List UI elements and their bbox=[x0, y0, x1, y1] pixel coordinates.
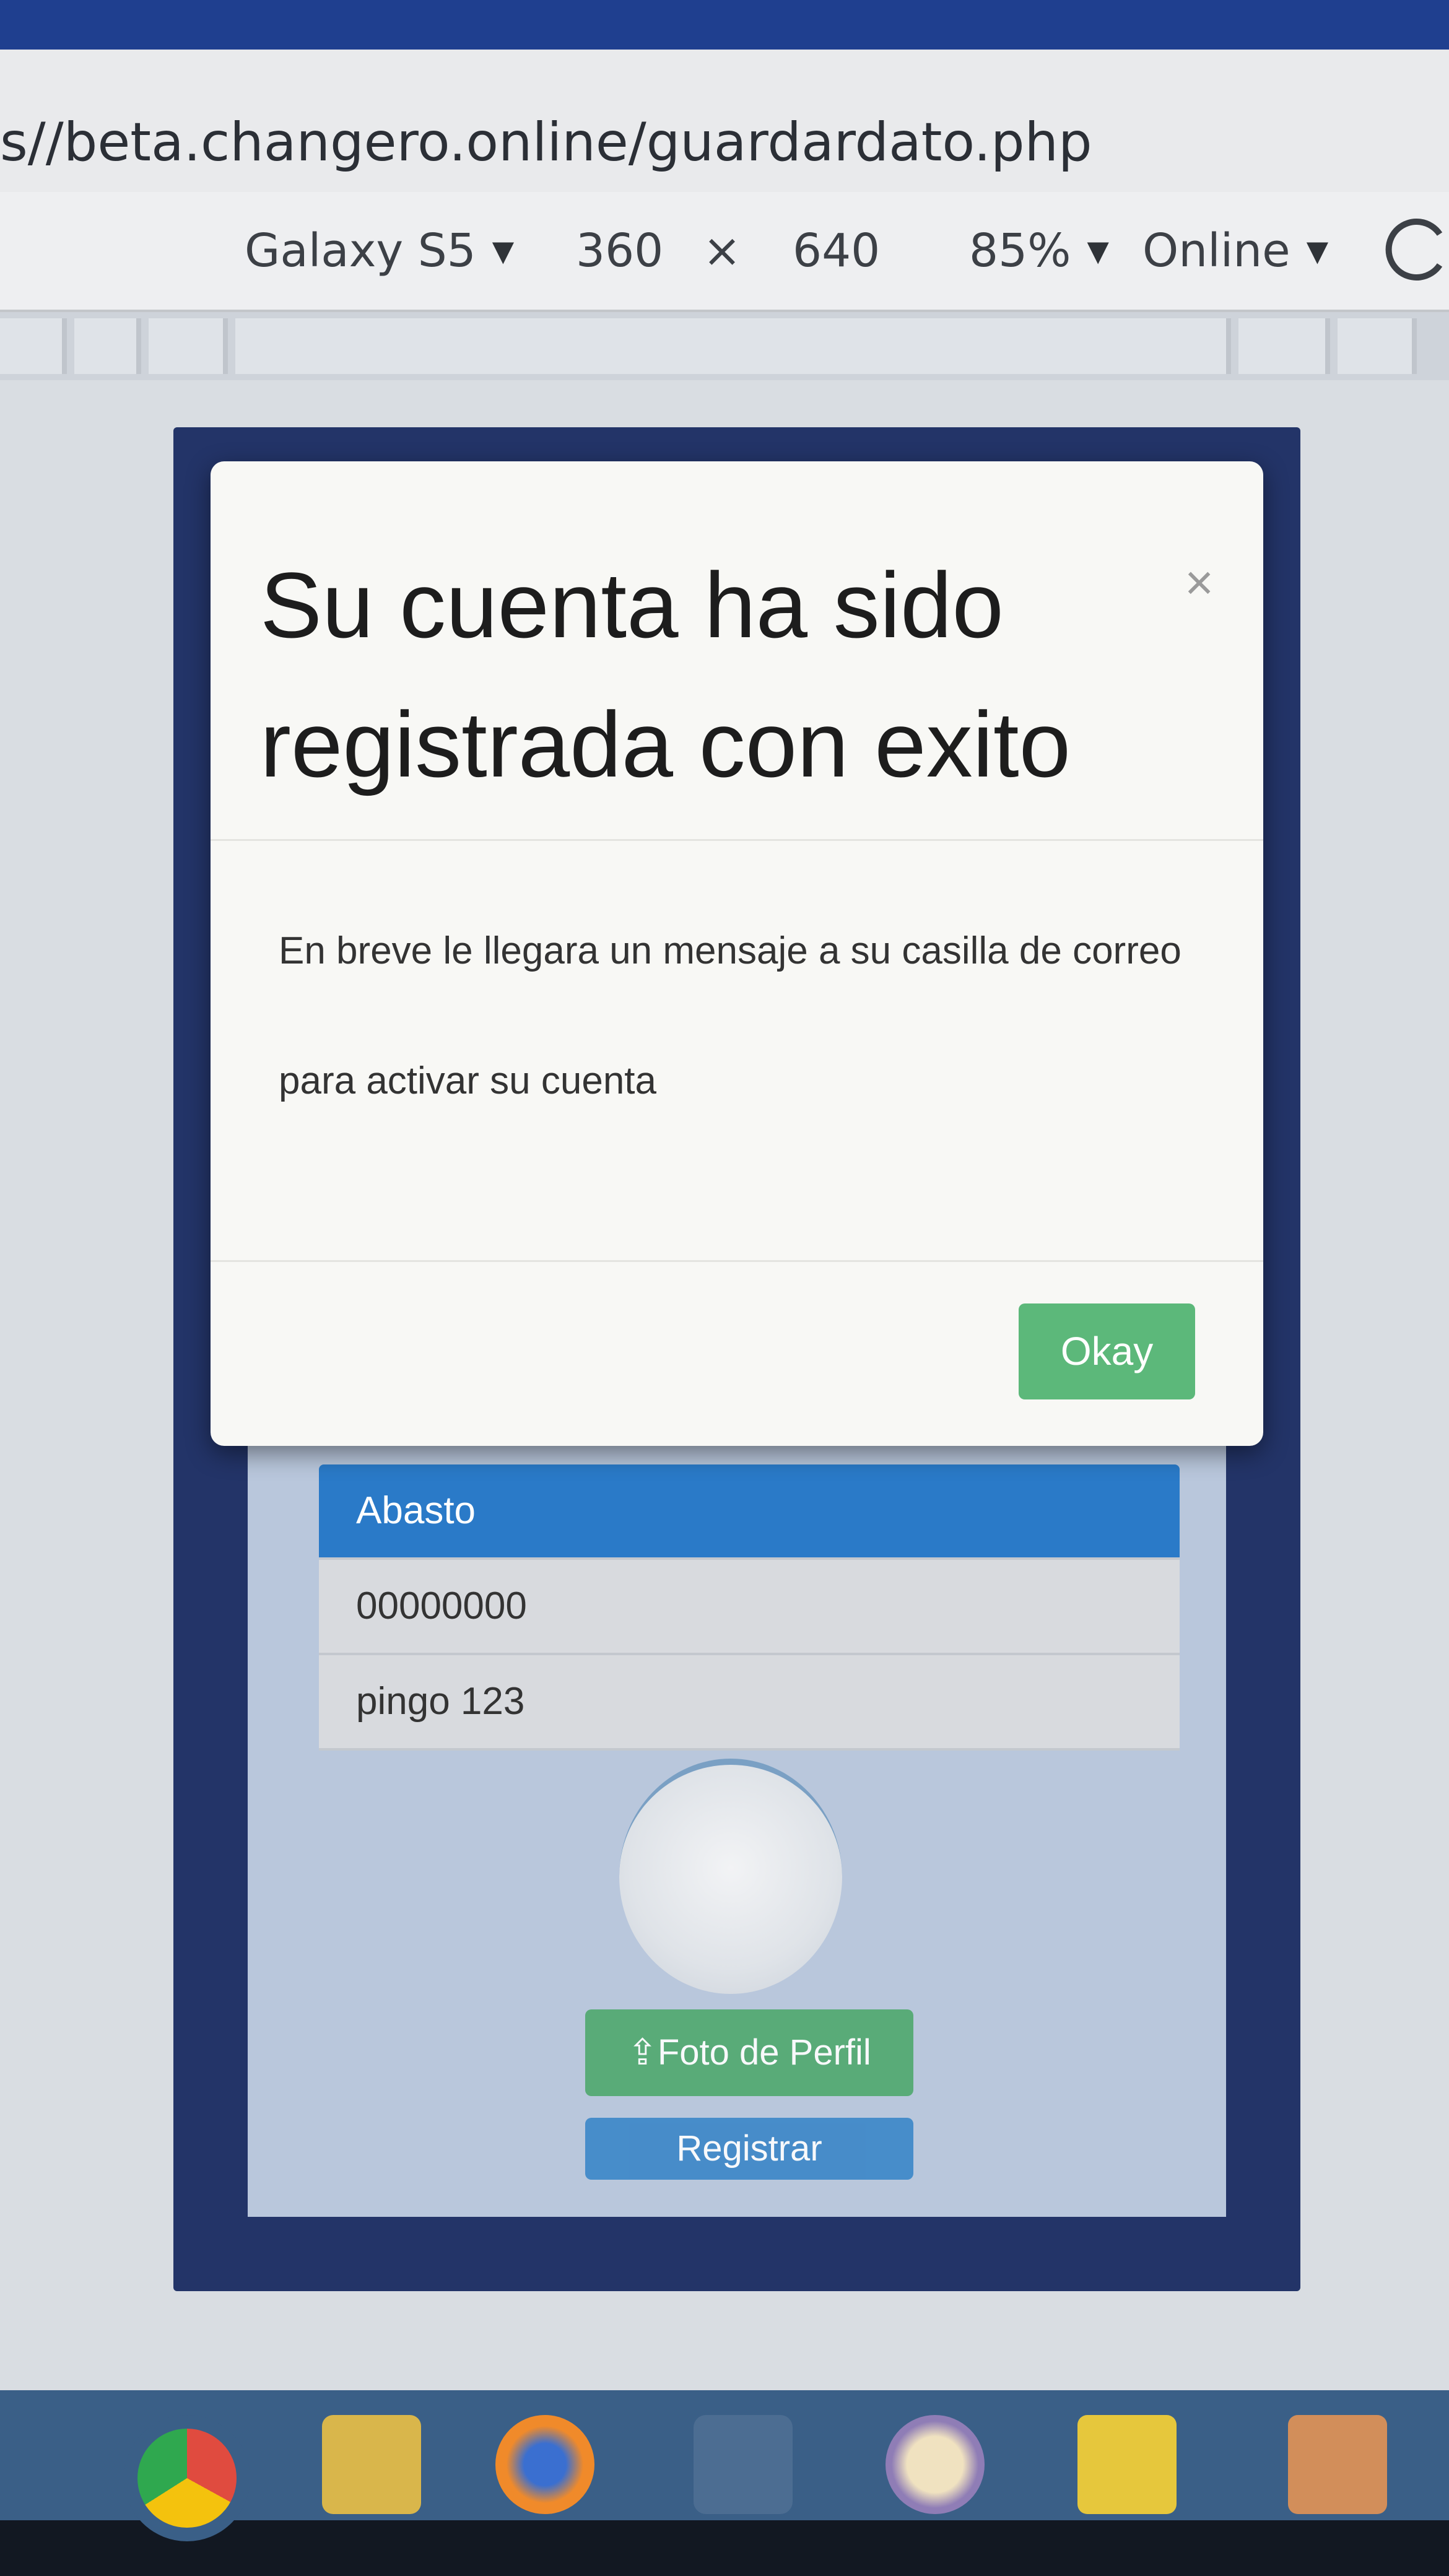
ruler-segment bbox=[1338, 318, 1417, 374]
chevron-down-icon: ▼ bbox=[1087, 234, 1109, 268]
media-query-ruler bbox=[0, 312, 1449, 380]
modal-footer-divider bbox=[211, 1260, 1263, 1262]
dimension-separator: × bbox=[703, 224, 741, 277]
taskbar bbox=[0, 2390, 1449, 2576]
avatar bbox=[619, 1759, 842, 1994]
modal-message-line2: para activar su cuenta bbox=[279, 1060, 657, 1102]
device-select[interactable]: Galaxy S5 ▼ bbox=[245, 224, 514, 277]
register-button[interactable]: Registrar bbox=[585, 2118, 913, 2180]
network-select[interactable]: Online ▼ bbox=[1142, 224, 1328, 277]
address-bar[interactable]: s//beta.changero.online/guardardato.php bbox=[0, 50, 1449, 196]
chevron-down-icon: ▼ bbox=[492, 234, 515, 268]
device-label: Galaxy S5 bbox=[245, 224, 476, 277]
width-field[interactable]: 360 bbox=[576, 224, 663, 277]
profile-photo-button[interactable]: ⇪Foto de Perfil bbox=[585, 2009, 913, 2096]
sticky-notes-icon[interactable] bbox=[1077, 2415, 1177, 2514]
ruler-segment bbox=[1238, 318, 1330, 374]
network-label: Online bbox=[1142, 224, 1290, 277]
folder-icon[interactable] bbox=[322, 2415, 421, 2514]
modal-message: En breve le llegara un mensaje a su casi… bbox=[279, 929, 1181, 972]
ruler-segment bbox=[235, 318, 1231, 374]
rotate-icon[interactable] bbox=[1381, 215, 1449, 284]
upload-icon: ⇪ bbox=[627, 2032, 658, 2073]
width-value: 360 bbox=[576, 224, 664, 277]
okay-button[interactable]: Okay bbox=[1019, 1303, 1195, 1399]
circle-app-icon[interactable] bbox=[886, 2415, 985, 2514]
calendar-icon[interactable] bbox=[1288, 2415, 1387, 2514]
height-field[interactable]: 640 bbox=[793, 224, 880, 277]
list-item[interactable]: 00000000 bbox=[319, 1560, 1180, 1655]
chrome-icon[interactable] bbox=[124, 2415, 250, 2541]
modal-header-divider bbox=[211, 839, 1263, 841]
dolphin-icon[interactable] bbox=[694, 2415, 793, 2514]
ruler-segment bbox=[74, 318, 141, 374]
list-item[interactable]: Abasto bbox=[319, 1464, 1180, 1560]
list-item[interactable]: pingo 123 bbox=[319, 1655, 1180, 1751]
height-value: 640 bbox=[793, 224, 881, 277]
zoom-label: 85% bbox=[969, 224, 1071, 277]
modal-title: Su cuenta ha sido registrada con exito bbox=[260, 553, 1071, 796]
success-modal: Su cuenta ha sido registrada con exito ×… bbox=[211, 461, 1263, 1446]
close-icon[interactable]: × bbox=[1185, 554, 1214, 611]
separator-text: × bbox=[703, 224, 742, 277]
list-group: Abasto 00000000 pingo 123 bbox=[319, 1464, 1180, 1751]
ruler-segment bbox=[0, 318, 67, 374]
device-toolbar: Galaxy S5 ▼ 360 × 640 85% ▼ Online ▼ bbox=[0, 192, 1449, 312]
chevron-down-icon: ▼ bbox=[1306, 234, 1329, 268]
ruler-segment bbox=[149, 318, 228, 374]
firefox-icon[interactable] bbox=[495, 2415, 594, 2514]
url-text[interactable]: s//beta.changero.online/guardardato.php bbox=[0, 111, 1092, 173]
zoom-select[interactable]: 85% ▼ bbox=[969, 224, 1109, 277]
profile-photo-label: Foto de Perfil bbox=[657, 2032, 871, 2073]
